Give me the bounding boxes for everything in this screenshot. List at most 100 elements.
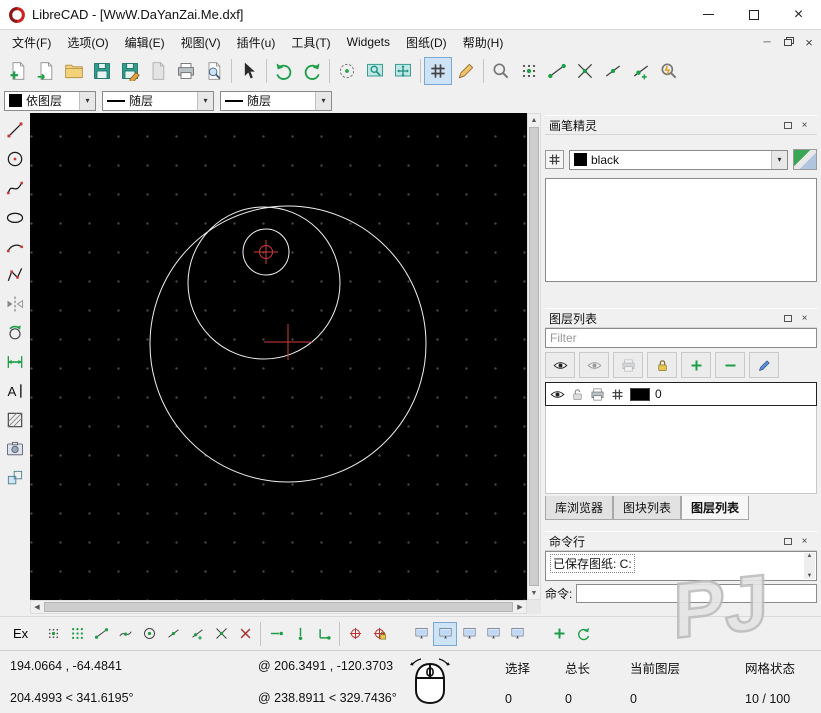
command-line-float-button[interactable] (779, 534, 796, 549)
layer-list-close-button[interactable]: × (796, 311, 813, 326)
pen-wizard-float-button[interactable] (779, 118, 796, 133)
layer-lock-icon[interactable] (570, 387, 585, 402)
rotate-tool-button[interactable] (2, 318, 28, 347)
pen-color-combo[interactable]: black ▾ (569, 150, 788, 170)
save-button[interactable] (88, 57, 116, 85)
scroll-down-icon[interactable]: ▼ (528, 587, 540, 599)
edit-layer-button[interactable] (749, 352, 779, 378)
chevron-down-icon[interactable]: ▾ (315, 92, 331, 110)
open-button[interactable] (60, 57, 88, 85)
command-history[interactable]: 已保存图纸: C: ▲ ▼ (545, 551, 817, 581)
screen-toggle-button-3[interactable] (457, 622, 481, 646)
tab-block-list[interactable]: 图块列表 (613, 496, 681, 520)
polyline-tool-button[interactable] (2, 260, 28, 289)
layer-list-float-button[interactable] (779, 311, 796, 326)
arc-tool-button[interactable] (2, 231, 28, 260)
color-combo[interactable]: 依图层 ▾ (4, 91, 96, 111)
scroll-down-icon[interactable]: ▼ (807, 573, 813, 579)
close-button[interactable]: × (776, 0, 821, 30)
snap-free-button[interactable] (487, 57, 515, 85)
ellipse-tool-button[interactable] (2, 202, 28, 231)
draw-order-button[interactable] (333, 57, 361, 85)
snap-intersection-button[interactable] (209, 622, 233, 646)
layer-print-icon[interactable] (590, 387, 605, 402)
layer-filter-input[interactable] (545, 328, 817, 348)
horizontal-scrollbar-thumb[interactable] (44, 602, 513, 612)
print-layer-button[interactable] (613, 352, 643, 378)
layer-visible-eye-icon[interactable] (550, 387, 565, 402)
circle-tool-button[interactable] (2, 144, 28, 173)
snap-distance-button[interactable] (627, 57, 655, 85)
hide-all-layers-button[interactable] (579, 352, 609, 378)
snap-middle-button[interactable] (161, 622, 185, 646)
chevron-down-icon[interactable]: ▾ (197, 92, 213, 110)
scroll-left-icon[interactable]: ◀ (31, 601, 43, 613)
command-line-close-button[interactable]: × (796, 534, 813, 549)
horizontal-scrollbar[interactable]: ◀ ▶ (30, 600, 527, 614)
screen-toggle-button-2[interactable] (433, 622, 457, 646)
menu-tools[interactable]: 工具(T) (283, 31, 338, 54)
command-input[interactable] (576, 584, 817, 603)
save-as-button[interactable] (116, 57, 144, 85)
mdi-close-button[interactable]: × (800, 34, 818, 50)
snap-auto-button[interactable] (655, 57, 683, 85)
snap-endpoint-button[interactable] (89, 622, 113, 646)
layer-list-area[interactable] (545, 406, 817, 494)
scroll-up-icon[interactable]: ▲ (528, 114, 540, 126)
menu-drawings[interactable]: 图纸(D) (398, 31, 455, 54)
color-picker-button[interactable] (793, 149, 817, 170)
command-history-scrollbar[interactable]: ▲ ▼ (804, 553, 815, 579)
snap-grid-button[interactable] (515, 57, 543, 85)
lock-all-layers-button[interactable] (647, 352, 677, 378)
mirror-tool-button[interactable] (2, 289, 28, 318)
screen-toggle-button-4[interactable] (481, 622, 505, 646)
set-relative-zero-button[interactable] (343, 622, 367, 646)
screen-toggle-button-5[interactable] (505, 622, 529, 646)
scroll-right-icon[interactable]: ▶ (514, 601, 526, 613)
undo-button[interactable] (270, 57, 298, 85)
text-tool-button[interactable] (2, 376, 28, 405)
snap-distance-button[interactable] (185, 622, 209, 646)
restrict-orthogonal-button[interactable] (312, 622, 336, 646)
extra-toolbar-button-1[interactable] (547, 622, 571, 646)
restrict-horizontal-button[interactable] (264, 622, 288, 646)
snap-endpoint-button[interactable] (543, 57, 571, 85)
new-document-button[interactable] (4, 57, 32, 85)
export-button[interactable] (144, 57, 172, 85)
screen-toggle-button-1[interactable] (409, 622, 433, 646)
menu-help[interactable]: 帮助(H) (455, 31, 512, 54)
menu-widgets[interactable]: Widgets (339, 32, 398, 52)
mdi-restore-button[interactable] (779, 34, 797, 50)
new-from-template-button[interactable] (32, 57, 60, 85)
dimension-tool-button[interactable] (2, 347, 28, 376)
snap-clear-button[interactable] (233, 622, 257, 646)
snap-on-entity-button[interactable] (113, 622, 137, 646)
redo-button[interactable] (298, 57, 326, 85)
menu-options[interactable]: 选项(O) (59, 31, 116, 54)
vertical-scrollbar-thumb[interactable] (529, 127, 539, 586)
menu-file[interactable]: 文件(F) (4, 31, 59, 54)
snap-points-button[interactable] (65, 622, 89, 646)
mdi-minimize-button[interactable]: ─ (758, 34, 776, 50)
drawing-canvas[interactable] (30, 113, 527, 600)
restrict-vertical-button[interactable] (288, 622, 312, 646)
snap-center-button[interactable] (137, 622, 161, 646)
hatch-tool-button[interactable] (2, 405, 28, 434)
add-layer-button[interactable] (681, 352, 711, 378)
line-tool-button[interactable] (2, 115, 28, 144)
chevron-down-icon[interactable]: ▾ (771, 151, 787, 169)
menu-edit[interactable]: 编辑(E) (117, 31, 173, 54)
maximize-button[interactable] (731, 0, 776, 30)
pen-color-indicator-button[interactable] (545, 150, 564, 169)
grid-toggle-button[interactable] (424, 57, 452, 85)
menu-plugins[interactable]: 插件(u) (229, 31, 284, 54)
pen-favorites-list[interactable] (545, 178, 817, 282)
remove-layer-button[interactable] (715, 352, 745, 378)
chevron-down-icon[interactable]: ▾ (79, 92, 95, 110)
select-pointer-button[interactable] (235, 57, 263, 85)
image-tool-button[interactable] (2, 434, 28, 463)
zoom-pan-button[interactable] (389, 57, 417, 85)
layer-row[interactable]: 0 (545, 382, 817, 406)
menu-view[interactable]: 视图(V) (173, 31, 229, 54)
print-button[interactable] (172, 57, 200, 85)
